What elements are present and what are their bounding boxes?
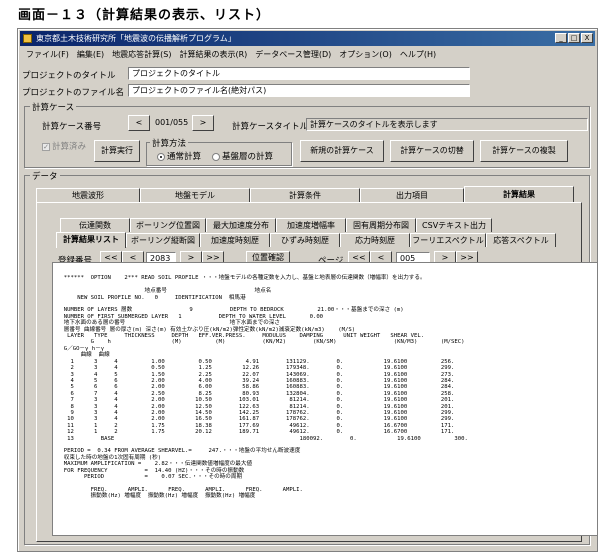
maximize-button[interactable]: □ [568,33,580,43]
computed-checkbox: ✓ 計算済み [42,140,86,152]
tab-conditions[interactable]: 計算条件 [250,188,360,202]
case-number-label: 計算ケース番号 [42,122,102,132]
tab-results[interactable]: 計算結果 [464,186,574,202]
tab-waveform[interactable]: 地震波形 [36,188,140,202]
subtab-strain-history[interactable]: ひずみ時刻歴 [270,233,340,247]
case-number: 001/055 [152,117,192,130]
case-next-button[interactable]: > [192,115,214,131]
menu-edit[interactable]: 編集(E) [77,48,104,62]
subtab-accel-ratio[interactable]: 加速度増幅率 [276,218,346,232]
copy-case-button[interactable]: 計算ケースの複製 [480,140,568,162]
subtab-result-list[interactable]: 計算結果リスト [56,232,126,248]
check-icon: ✓ [42,142,50,151]
subtab-transfer[interactable]: 伝達関数 [60,218,130,232]
project-file-input[interactable]: プロジェクトのファイル名(絶対パス) [128,84,470,97]
menu-calc[interactable]: 地震応答計算(S) [112,48,171,62]
menu-help[interactable]: ヘルプ(H) [400,48,436,62]
radio-icon [212,152,220,161]
method-normal-label: 通常計算 [167,152,202,162]
menu-file[interactable]: ファイル(F) [26,48,69,62]
case-title-input[interactable]: 計算ケースのタイトルを表示します [306,118,588,131]
switch-case-button[interactable]: 計算ケースの切替 [390,140,474,162]
new-case-button[interactable]: 新規の計算ケース [300,140,384,162]
subtab-boring-location[interactable]: ボーリング位置図 [130,218,206,232]
subtab-period-map[interactable]: 固有周期分布図 [346,218,416,232]
menu-bar: ファイル(F) 編集(E) 地震応答計算(S) 計算結果の表示(R) データベー… [22,48,593,62]
method-normal-radio[interactable]: 通常計算 [157,150,201,162]
run-button[interactable]: 計算実行 [94,140,140,162]
case-prev-button[interactable]: < [128,115,150,131]
subtab-csv[interactable]: CSVテキスト出力 [416,218,492,232]
method-frame-label: 計算方法 [150,137,189,149]
subtab-response-spectrum[interactable]: 応答スペクトル [486,233,556,247]
window-title: 東京都土木技術研究所「地震波の伝播解析プログラム」 [36,34,236,43]
tab-output-items[interactable]: 出力項目 [360,188,464,202]
subtab-stress-history[interactable]: 応力時刻歴 [340,233,410,247]
page-caption: 画面－１３（計算結果の表示、リスト） [18,8,271,23]
subtab-max-accel[interactable]: 最大加速度分布 [206,218,276,232]
project-title-input[interactable]: プロジェクトのタイトル [128,67,470,80]
project-file-label: プロジェクトのファイル名 [22,88,125,98]
case-frame-label: 計算ケース [30,101,77,113]
window-titlebar: 東京都土木技術研究所「地震波の伝播解析プログラム」 _ □ X [20,31,595,46]
app-icon [23,34,32,43]
data-frame-label: データ [30,170,60,182]
tab-ground-model[interactable]: 地盤モデル [140,188,250,202]
subtab-boring-section[interactable]: ボーリング縦断図 [126,233,200,247]
menu-results[interactable]: 計算結果の表示(R) [179,48,247,62]
computed-label: 計算済み [52,142,87,152]
method-base-radio[interactable]: 基盤層の計算 [212,150,273,162]
radio-icon [157,152,165,161]
method-base-label: 基盤層の計算 [222,152,274,162]
close-button[interactable]: X [581,33,593,43]
result-list-output[interactable]: ****** OPTION 2*** READ SOIL PROFILE ・・・… [52,262,598,536]
menu-database[interactable]: データベース管理(D) [255,48,331,62]
project-title-label: プロジェクトのタイトル [22,71,116,81]
subtab-fourier[interactable]: フーリエスペクトル [410,233,486,247]
menu-options[interactable]: オプション(O) [339,48,392,62]
output-line: 振動数(Hz) 増幅度 振動数(Hz) 増幅度 振動数(Hz) 増幅度 [57,493,256,500]
case-title-label: 計算ケースタイトル [232,122,309,132]
subtab-accel-history[interactable]: 加速度時刻歴 [200,233,270,247]
minimize-button[interactable]: _ [555,33,567,43]
